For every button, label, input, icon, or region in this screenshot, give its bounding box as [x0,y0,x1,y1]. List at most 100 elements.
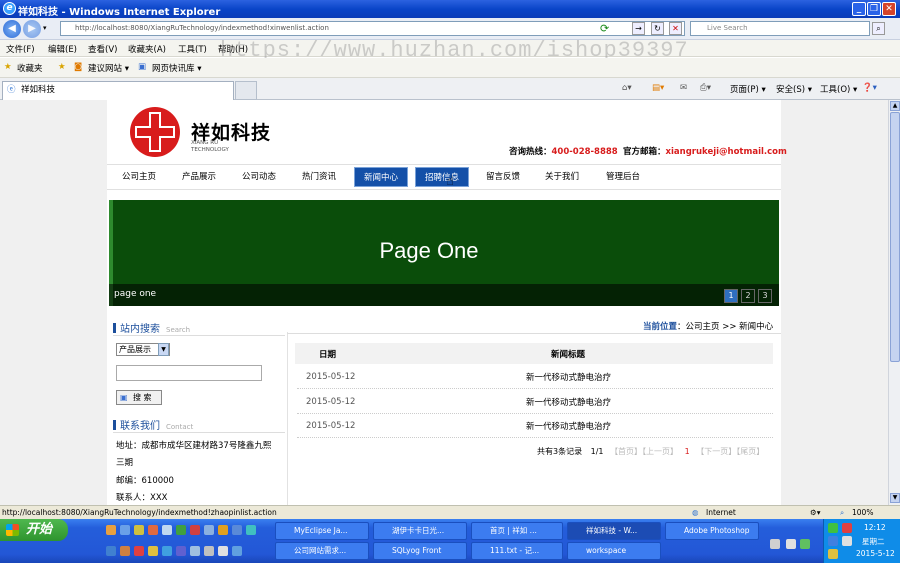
task-notepad[interactable]: 111.txt - 记... [471,542,563,560]
refresh-icon[interactable]: ↻ [651,22,664,35]
pager-last[interactable]: 【尾页】 [736,447,764,456]
nav-feedback[interactable]: 留言反馈 [477,167,529,187]
task-ie-current[interactable]: 祥如科技 - W... [567,522,661,540]
quicklaunch-icon[interactable] [204,525,214,535]
help-menu[interactable]: ❓▾ [862,83,877,93]
nav-about[interactable]: 关于我们 [536,167,588,187]
table-row[interactable]: 2015-05-12 新一代移动式静电治疗 [297,365,773,389]
quicklaunch-icon[interactable] [106,546,116,556]
tools-menu[interactable]: 工具(O) ▾ [820,83,857,95]
task-workspace[interactable]: workspace [567,542,661,560]
page-menu[interactable]: 页面(P) ▾ [730,83,766,95]
scroll-thumb[interactable] [890,112,900,362]
tray-icon[interactable] [828,523,838,533]
category-select[interactable]: 产品展示 ▼ [116,343,170,356]
start-button[interactable]: 开始 [0,519,68,541]
search-input[interactable]: Live Search [690,21,870,36]
nav-admin[interactable]: 管理后台 [597,167,649,187]
tray-icon[interactable] [800,539,810,549]
compat-icon[interactable]: ⟳ [600,22,609,35]
row-title-link[interactable]: 新一代移动式静电治疗 [526,396,611,408]
quicklaunch-icon[interactable] [232,525,242,535]
stop-icon[interactable]: ✕ [669,22,682,35]
banner-page-3[interactable]: 3 [758,289,772,303]
quicklaunch-icon[interactable] [232,546,242,556]
quicklaunch-icon[interactable] [148,546,158,556]
task-homepage[interactable]: 首页 | 祥如 ... [471,522,563,540]
quicklaunch-icon[interactable] [176,525,186,535]
pager-prev[interactable]: 【上一页】 [642,447,678,456]
zoom-level[interactable]: 100% [852,508,873,517]
menu-tools[interactable]: 工具(T) [178,43,207,55]
quicklaunch-icon[interactable] [162,546,172,556]
banner-page-1[interactable]: 1 [724,289,738,303]
task-sqlyog[interactable]: SQLyog Front [373,542,467,560]
mail-icon[interactable]: ✉ [680,83,687,93]
quicklaunch-icon[interactable] [218,525,228,535]
task-photoshop[interactable]: Adobe Photoshop [665,522,759,540]
add-favorite-icon[interactable]: ★ [58,62,66,72]
quicklaunch-icon[interactable] [190,546,200,556]
window-titlebar[interactable]: e 祥如科技 - Windows Internet Explorer _ ❐ ✕ [0,0,900,18]
tray-icon[interactable] [828,536,838,546]
menu-file[interactable]: 文件(F) [6,43,35,55]
quicklaunch-icon[interactable] [148,525,158,535]
breadcrumb-path[interactable]: ：公司主页 >> 新闻中心 [677,322,773,332]
quicklaunch-icon[interactable] [120,546,130,556]
vertical-scrollbar[interactable]: ▲ ▼ [888,100,900,505]
menu-view[interactable]: 查看(V) [88,43,117,55]
pager-next[interactable]: 【下一页】 [696,447,736,456]
quicklaunch-icon[interactable] [176,546,186,556]
nav-news-center[interactable]: 新闻中心 [354,167,408,187]
quicklaunch-icon[interactable] [218,546,228,556]
pager-current[interactable]: 1 [685,447,690,456]
row-title-link[interactable]: 新一代移动式静电治疗 [526,420,611,432]
banner-slider[interactable]: Page One page one 1 2 3 [109,200,779,306]
tray-icon[interactable] [786,539,796,549]
tray-icon[interactable] [842,536,852,546]
quicklaunch-icon[interactable] [246,525,256,535]
web-slice-gallery-link[interactable]: 网页快讯库 ▾ [152,62,201,74]
scroll-down-icon[interactable]: ▼ [890,493,900,503]
table-row[interactable]: 2015-05-12 新一代移动式静电治疗 [297,414,773,438]
task-requirements[interactable]: 公司网站需求... [275,542,369,560]
nav-company-news[interactable]: 公司动态 [233,167,285,187]
quicklaunch-icon[interactable] [134,546,144,556]
feeds-icon[interactable]: ▤▾ [652,83,664,93]
history-dropdown-icon[interactable]: ▾ [43,24,47,32]
tray-icon[interactable] [828,549,838,559]
quicklaunch-icon[interactable] [162,525,172,535]
clock-time[interactable]: 12:12 [864,523,886,532]
keyword-input[interactable] [116,365,262,381]
nav-products[interactable]: 产品展示 [173,167,225,187]
quicklaunch-icon[interactable] [190,525,200,535]
nav-hot-info[interactable]: 热门资讯 [293,167,345,187]
nav-home[interactable]: 公司主页 [113,167,165,187]
quicklaunch-icon[interactable] [120,525,130,535]
menu-favorites[interactable]: 收藏夹(A) [128,43,166,55]
go-icon[interactable]: → [632,22,645,35]
tray-icon[interactable] [770,539,780,549]
quicklaunch-icon[interactable] [204,546,214,556]
quicklaunch-icon[interactable] [106,525,116,535]
suggested-sites-link[interactable]: 建议网站 ▾ [88,62,129,74]
banner-page-2[interactable]: 2 [741,289,755,303]
menu-edit[interactable]: 编辑(E) [48,43,77,55]
home-icon[interactable]: ⌂▾ [622,83,632,93]
row-title-link[interactable]: 新一代移动式静电治疗 [526,371,611,383]
search-button[interactable]: ▣ 搜 索 [116,390,162,405]
maximize-button[interactable]: ❐ [867,2,881,16]
quicklaunch-icon[interactable] [134,525,144,535]
close-button[interactable]: ✕ [882,2,896,16]
search-icon[interactable]: ⌕ [872,22,885,35]
task-app2[interactable]: 湖伊卡卡日光... [373,522,467,540]
pager-first[interactable]: 【首页】 [610,447,642,456]
nav-jobs[interactable]: 招聘信息 [415,167,469,187]
safety-menu[interactable]: 安全(S) ▾ [776,83,812,95]
tray-icon[interactable] [842,523,852,533]
new-tab-button[interactable] [235,81,257,100]
tab-current[interactable]: ⓔ 祥如科技 [2,81,234,100]
table-row[interactable]: 2015-05-12 新一代移动式静电治疗 [297,390,773,414]
address-input[interactable]: http://localhost:8080/XiangRuTechnology/… [60,21,685,36]
minimize-button[interactable]: _ [852,2,866,16]
